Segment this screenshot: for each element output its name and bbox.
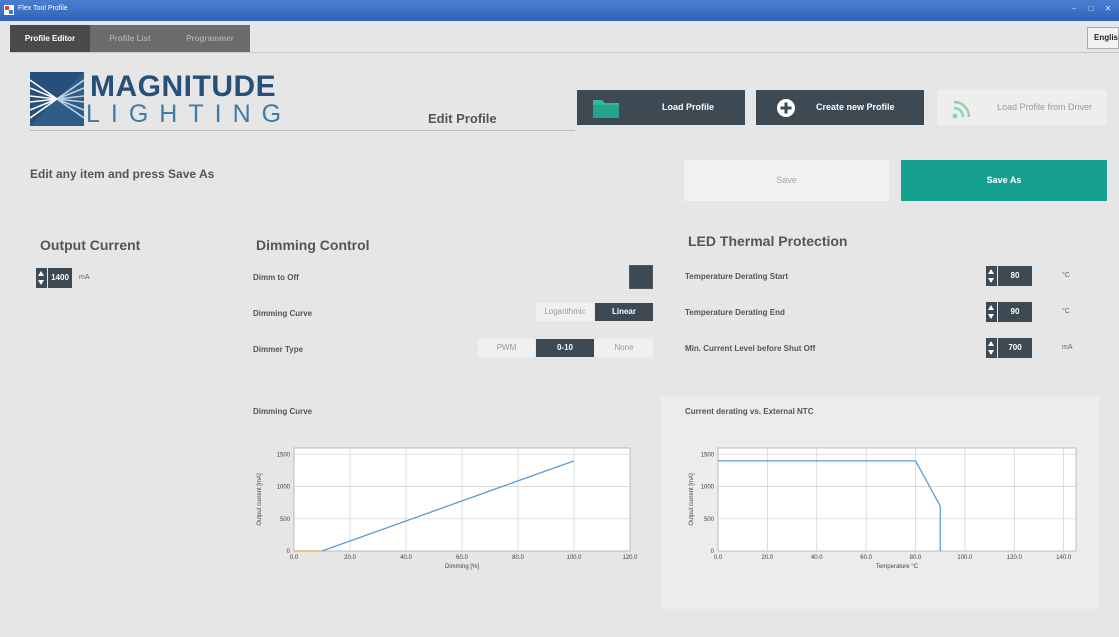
dimmer-type-pwm-option[interactable]: PWM: [478, 339, 535, 357]
folder-icon: [593, 100, 619, 118]
y-axis-label: Output current [mA]: [257, 473, 263, 526]
x-tick-label: 100.0: [957, 555, 973, 561]
x-tick-label: 20.0: [762, 555, 774, 561]
window-controls: – □ ✕: [1067, 3, 1115, 15]
close-icon[interactable]: ✕: [1101, 3, 1115, 15]
dimmer-type-0-10-option[interactable]: 0-10: [536, 339, 594, 357]
app-icon: [4, 5, 14, 15]
min-current-value[interactable]: 700: [998, 338, 1032, 358]
instruction-text: Edit any item and press Save As: [30, 167, 215, 181]
x-tick-label: 20.0: [344, 555, 356, 561]
create-new-profile-label: Create new Profile: [816, 102, 895, 112]
logo-text-lighting: LIGHTING: [86, 100, 293, 128]
x-tick-label: 0.0: [714, 555, 723, 561]
dimming-control-title: Dimming Control: [256, 237, 370, 253]
tab-programmer[interactable]: Programmer: [170, 25, 250, 52]
load-profile-label: Load Profile: [662, 102, 715, 112]
stepper-arrows-icon[interactable]: [986, 266, 997, 286]
tab-divider: [10, 52, 1119, 53]
derating-end-label: Temperature Derating End: [685, 308, 785, 317]
window-title: Flex Tool Profile: [18, 5, 68, 12]
tab-profile-editor[interactable]: Profile Editor: [10, 25, 90, 52]
y-axis-label: Output current [mA]: [689, 473, 695, 526]
page-title: Edit Profile: [428, 111, 497, 126]
y-tick-label: 1000: [277, 485, 291, 491]
x-tick-label: 0.0: [290, 555, 299, 561]
dimm-to-off-toggle[interactable]: [629, 265, 653, 289]
x-tick-label: 40.0: [400, 555, 412, 561]
x-tick-label: 120.0: [1007, 555, 1023, 561]
tab-bar: Profile Editor Profile List Programmer: [10, 25, 250, 52]
load-profile-button[interactable]: Load Profile: [577, 90, 745, 125]
dimming-curve-linear-option[interactable]: Linear: [595, 303, 653, 321]
wireless-signal-icon: [952, 100, 971, 119]
dimmer-type-label: Dimmer Type: [253, 345, 304, 354]
maximize-icon[interactable]: □: [1084, 3, 1098, 15]
derating-ntc-chart: 0.0 20.0 40.0 60.0 80.0 100.0 120.0 140.0050010…: [689, 447, 1077, 570]
dimmer-type-none-option[interactable]: None: [595, 339, 653, 357]
header-divider: [30, 130, 575, 131]
logo-mark-icon: [30, 72, 84, 126]
tab-profile-list[interactable]: Profile List: [90, 25, 170, 52]
min-current-unit: mA: [1062, 344, 1073, 351]
derating-start-label: Temperature Derating Start: [685, 272, 788, 281]
y-tick-label: 1000: [701, 485, 715, 491]
x-tick-label: 60.0: [456, 555, 468, 561]
minimize-icon[interactable]: –: [1067, 3, 1081, 15]
dimming-curve-label: Dimming Curve: [253, 309, 313, 318]
y-tick-label: 1500: [701, 452, 715, 458]
stepper-arrows-icon[interactable]: [986, 302, 997, 322]
y-tick-label: 500: [280, 517, 291, 523]
plus-circle-icon: [777, 99, 795, 117]
derating-end-unit: °C: [1062, 308, 1070, 315]
output-current-title: Output Current: [40, 237, 141, 253]
output-current-value[interactable]: 1400: [48, 268, 72, 288]
logo-text-magnitude: MAGNITUDE: [90, 70, 277, 103]
y-tick-label: 500: [704, 517, 715, 523]
save-as-button[interactable]: Save As: [901, 160, 1107, 201]
derating-chart-title: Current derating vs. External NTC: [685, 407, 814, 416]
dimming-curve-logarithmic-option[interactable]: Logarithmic: [536, 303, 594, 321]
x-tick-label: 100.0: [566, 555, 582, 561]
min-current-label: Min. Current Level before Shut Off: [685, 344, 816, 353]
x-tick-label: 120.0: [622, 555, 638, 561]
dimm-to-off-label: Dimm to Off: [253, 273, 299, 282]
plot-area: [717, 447, 1077, 552]
stepper-arrows-icon[interactable]: [986, 338, 997, 358]
load-from-driver-label: Load Profile from Driver: [997, 102, 1093, 112]
x-tick-label: 40.0: [811, 555, 823, 561]
load-from-driver-button[interactable]: Load Profile from Driver: [937, 90, 1107, 125]
derating-start-stepper[interactable]: 80: [986, 266, 1032, 286]
x-tick-label: 140.0: [1056, 555, 1072, 561]
x-axis-label: Temperature °C: [876, 564, 919, 570]
thermal-protection-title: LED Thermal Protection: [688, 233, 848, 249]
y-tick-label: 1500: [277, 452, 291, 458]
x-tick-label: 80.0: [512, 555, 524, 561]
brand-logo: MAGNITUDE LIGHTING: [30, 70, 281, 130]
derating-start-unit: °C: [1062, 272, 1070, 279]
x-tick-label: 60.0: [860, 555, 872, 561]
x-axis-label: Dimming [%]: [445, 564, 479, 570]
window-titlebar: Flex Tool Profile – □ ✕: [0, 0, 1119, 21]
x-tick-label: 80.0: [910, 555, 922, 561]
min-current-stepper[interactable]: 700: [986, 338, 1032, 358]
derating-end-stepper[interactable]: 90: [986, 302, 1032, 322]
dimming-chart-title: Dimming Curve: [253, 407, 313, 416]
language-select[interactable]: English: [1087, 27, 1119, 49]
save-button[interactable]: Save: [684, 160, 889, 201]
derating-end-value[interactable]: 90: [998, 302, 1032, 322]
output-current-unit: mA: [79, 274, 90, 281]
dimming-curve-chart: 0.0 20.0 40.0 60.0 80.0 100.0 120.005001000150…: [257, 447, 638, 570]
derating-start-value[interactable]: 80: [998, 266, 1032, 286]
create-new-profile-button[interactable]: Create new Profile: [756, 90, 924, 125]
output-current-stepper[interactable]: 1400: [36, 268, 72, 288]
stepper-arrows-icon[interactable]: [36, 268, 47, 288]
